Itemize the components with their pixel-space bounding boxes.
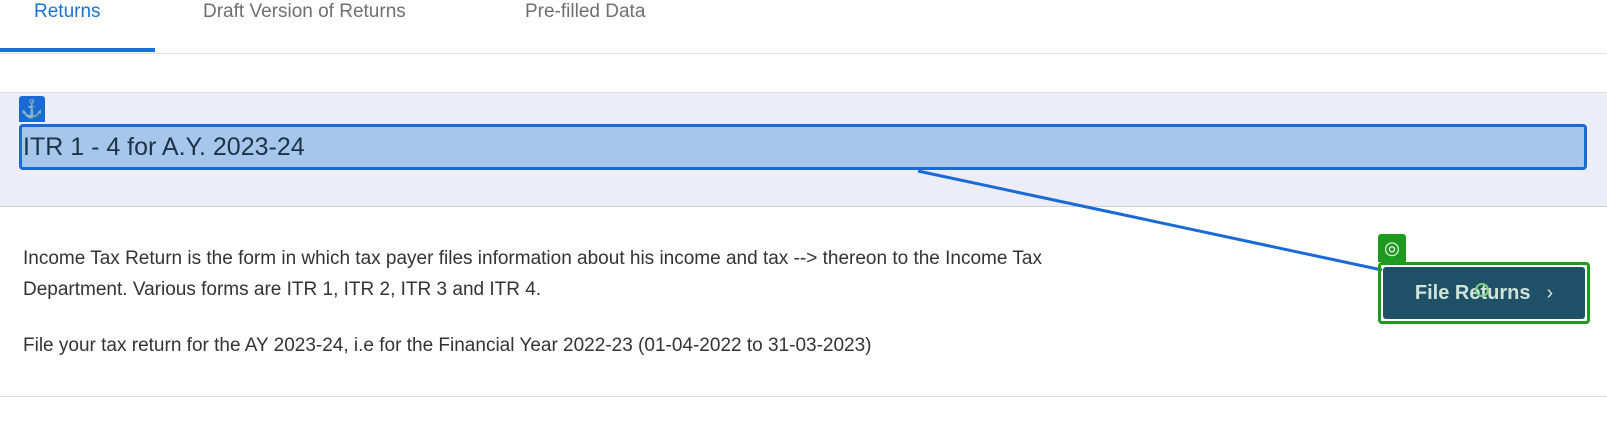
section-title: ITR 1 - 4 for A.Y. 2023-24 <box>23 133 305 161</box>
cursor-icon <box>1475 283 1489 297</box>
description-paragraph: Income Tax Return is the form in which t… <box>23 248 1042 300</box>
tab-draft-version-of-returns[interactable]: Draft Version of Returns <box>203 0 406 24</box>
file-returns-label: File Returns <box>1414 281 1531 304</box>
active-tab-indicator <box>0 48 155 52</box>
tab-bar: Returns Draft Version of Returns Pre-fil… <box>0 0 1607 54</box>
chevron-right-icon: › <box>1546 281 1554 304</box>
anchor-icon: ⚓ <box>19 96 45 122</box>
financial-year-note: File your tax return for the AY 2023-24,… <box>23 335 872 356</box>
tab-returns[interactable]: Returns <box>34 0 101 24</box>
connector-line <box>917 169 1383 272</box>
divider <box>0 396 1607 397</box>
tab-pre-filled-data[interactable]: Pre-filled Data <box>525 0 645 24</box>
target-icon: ◎ <box>1378 234 1406 262</box>
